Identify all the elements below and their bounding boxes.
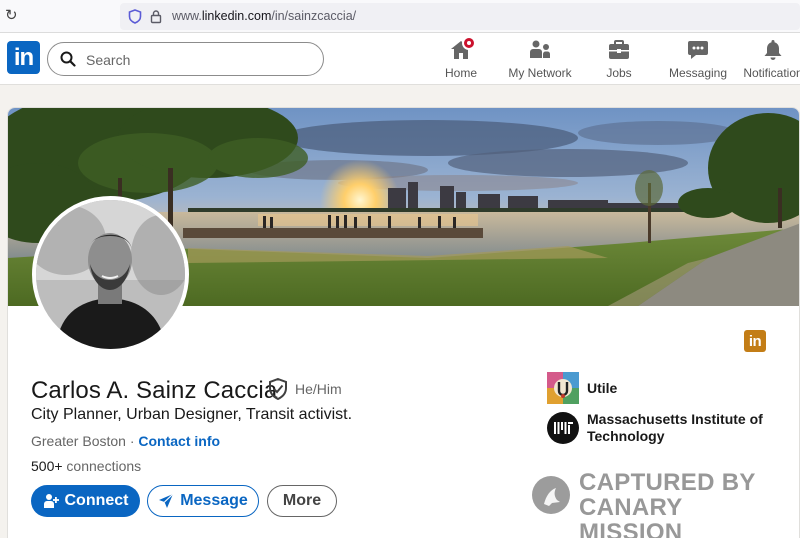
message-button-label: Message — [180, 492, 248, 509]
organization-mit-name: Massachusetts Institute of Technology — [587, 411, 763, 444]
nav-home-label: Home — [444, 66, 477, 80]
messaging-icon — [688, 41, 708, 59]
location: Greater Boston — [31, 433, 126, 449]
contact-info-link[interactable]: Contact info — [138, 433, 220, 449]
more-button[interactable]: More — [267, 485, 337, 517]
profile-photo-image — [36, 200, 185, 349]
verified-shield-icon[interactable] — [268, 378, 288, 400]
nav-home[interactable]: Home — [443, 36, 479, 82]
nav-my-network-label: My Network — [508, 66, 572, 80]
home-icon — [451, 36, 476, 59]
watermark-text: CAPTURED BY CANARY MISSION — [579, 470, 782, 538]
reload-icon[interactable]: ↻ — [5, 7, 21, 23]
canary-bird-icon — [532, 476, 570, 514]
search-bar[interactable] — [47, 42, 324, 76]
briefcase-icon — [609, 40, 629, 59]
pronouns: He/Him — [295, 381, 342, 397]
url-text[interactable]: www.linkedin.com/in/sainzcaccia/ — [172, 9, 356, 23]
nav-jobs-label: Jobs — [606, 66, 632, 80]
address-bar[interactable]: www.linkedin.com/in/sainzcaccia/ — [120, 3, 800, 30]
connections-count[interactable]: 500+ connections — [31, 458, 141, 474]
send-icon — [159, 493, 174, 508]
add-person-icon — [43, 494, 59, 508]
connections-label: connections — [62, 458, 142, 474]
more-button-label: More — [282, 492, 322, 509]
global-nav: in Home My Network Jobs Messaging Notifi… — [0, 33, 800, 85]
network-icon — [530, 40, 550, 58]
bell-icon — [764, 40, 782, 60]
connect-button[interactable]: Connect — [31, 485, 140, 517]
search-icon — [60, 51, 76, 67]
nav-notifications-label: Notification — [743, 66, 800, 80]
utile-logo — [547, 372, 579, 404]
nav-notifications[interactable]: Notification — [742, 38, 800, 82]
watermark-line-1: CAPTURED BY — [579, 469, 756, 496]
nav-my-network[interactable]: My Network — [505, 38, 575, 82]
connect-button-label: Connect — [64, 492, 129, 509]
tracking-shield-icon[interactable] — [128, 9, 142, 24]
linkedin-logo[interactable]: in — [7, 41, 40, 74]
connections-number: 500+ — [31, 458, 63, 474]
profile-location-row: Greater Boston · Contact info — [31, 433, 220, 449]
linkedin-premium-badge: in — [744, 330, 766, 352]
profile-card: in Carlos A. Sainz Caccia He/Him City Pl… — [7, 107, 800, 538]
profile-photo[interactable] — [32, 196, 189, 353]
nav-messaging-label: Messaging — [668, 66, 728, 80]
canary-mission-watermark: CAPTURED BY CANARY MISSION — [532, 470, 782, 538]
profile-name: Carlos A. Sainz Caccia — [31, 377, 278, 404]
lock-icon[interactable] — [150, 9, 162, 24]
location-separator: · — [125, 433, 139, 449]
organization-utile[interactable]: Utile — [547, 372, 617, 404]
watermark-line-2: CANARY MISSION — [579, 494, 683, 538]
profile-headline: City Planner, Urban Designer, Transit ac… — [31, 406, 353, 423]
mit-logo — [547, 412, 579, 444]
nav-messaging[interactable]: Messaging — [667, 38, 729, 82]
browser-toolbar: ↻ www.linkedin.com/in/sainzcaccia/ — [0, 0, 800, 33]
organization-utile-name: Utile — [587, 379, 618, 396]
search-input[interactable] — [86, 50, 306, 70]
organization-mit[interactable]: Massachusetts Institute of Technology — [547, 411, 767, 444]
message-button[interactable]: Message — [147, 485, 259, 517]
nav-jobs[interactable]: Jobs — [603, 38, 635, 82]
